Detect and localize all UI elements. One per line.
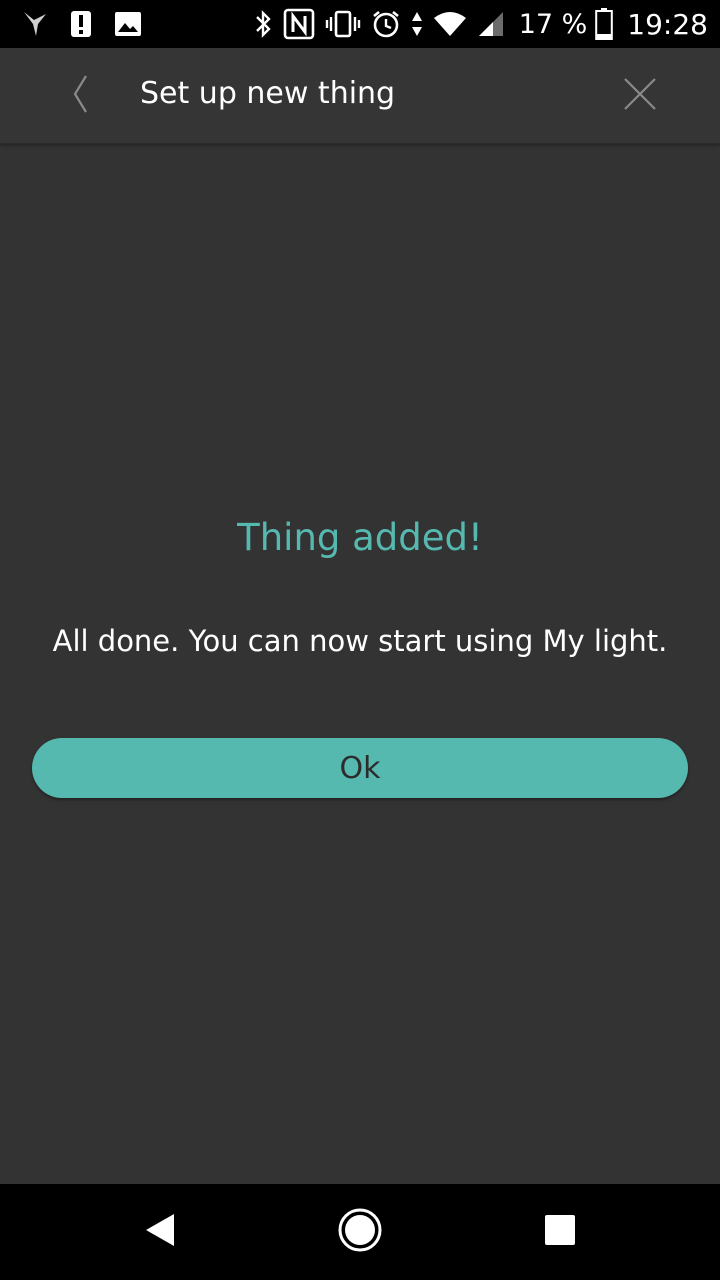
close-button[interactable] bbox=[616, 72, 664, 120]
battery-percent: 17 % bbox=[518, 8, 588, 40]
back-triangle-icon bbox=[140, 1210, 180, 1254]
screen: 17 % 19:28 Set up new thing Thing added!… bbox=[0, 0, 720, 1280]
status-indicators: 17 % 19:28 bbox=[243, 8, 708, 41]
battery-icon bbox=[595, 8, 614, 40]
nav-back-button[interactable] bbox=[136, 1208, 184, 1256]
clock: 19:28 bbox=[627, 7, 708, 41]
bluetooth-icon bbox=[253, 9, 273, 39]
data-arrows-icon bbox=[411, 10, 423, 38]
nav-recents-button[interactable] bbox=[536, 1208, 584, 1256]
status-bar: 17 % 19:28 bbox=[0, 0, 720, 48]
alert-notification-icon bbox=[70, 10, 92, 38]
app-header: Set up new thing bbox=[0, 48, 720, 144]
page-title: Set up new thing bbox=[140, 76, 396, 111]
wifi-icon bbox=[433, 10, 467, 38]
close-icon bbox=[623, 77, 657, 115]
alarm-icon bbox=[371, 9, 401, 39]
nfc-icon bbox=[283, 8, 315, 40]
bird-notification-icon bbox=[22, 10, 48, 38]
success-message: All done. You can now start using My lig… bbox=[52, 624, 668, 658]
cell-signal-icon bbox=[477, 10, 505, 38]
image-notification-icon bbox=[114, 11, 142, 37]
back-button[interactable] bbox=[56, 70, 104, 122]
ok-button[interactable]: Ok bbox=[32, 738, 688, 798]
chevron-left-icon bbox=[70, 74, 90, 118]
recents-square-icon bbox=[544, 1214, 576, 1250]
vibrate-icon bbox=[325, 9, 361, 39]
nav-home-button[interactable] bbox=[336, 1208, 384, 1256]
home-circle-icon bbox=[337, 1207, 383, 1257]
status-notifications bbox=[22, 10, 164, 38]
navigation-bar bbox=[0, 1184, 720, 1280]
success-title: Thing added! bbox=[237, 516, 483, 559]
